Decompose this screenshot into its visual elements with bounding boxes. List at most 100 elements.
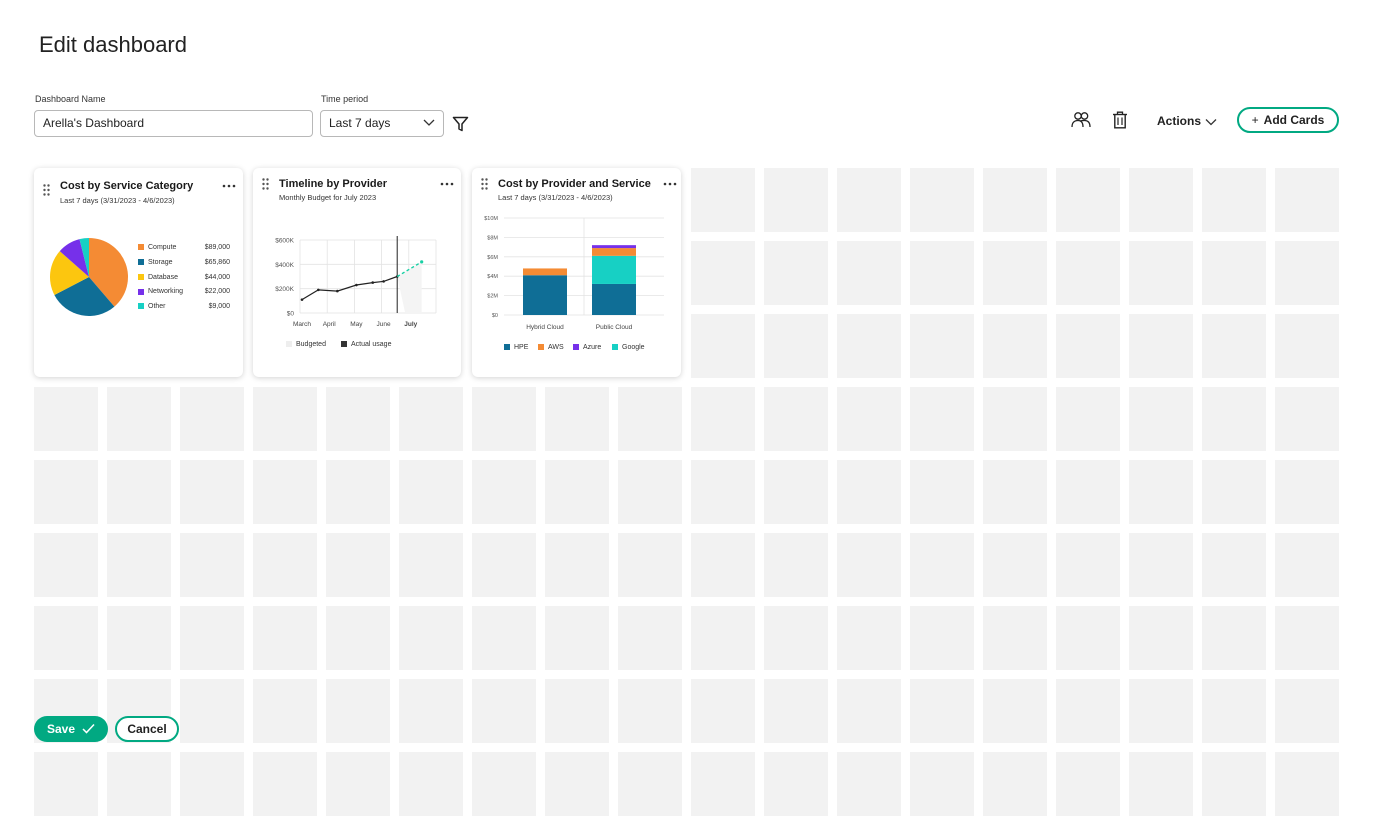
grid-placeholder-cell[interactable]	[1275, 387, 1339, 451]
grid-placeholder-cell[interactable]	[545, 387, 609, 451]
grid-placeholder-cell[interactable]	[472, 752, 536, 816]
grid-placeholder-cell[interactable]	[472, 606, 536, 670]
grid-placeholder-cell[interactable]	[910, 606, 974, 670]
grid-placeholder-cell[interactable]	[1129, 168, 1193, 232]
grid-placeholder-cell[interactable]	[618, 387, 682, 451]
grid-placeholder-cell[interactable]	[837, 168, 901, 232]
grid-placeholder-cell[interactable]	[910, 168, 974, 232]
grid-placeholder-cell[interactable]	[1056, 241, 1120, 305]
grid-placeholder-cell[interactable]	[837, 387, 901, 451]
grid-placeholder-cell[interactable]	[34, 606, 98, 670]
grid-placeholder-cell[interactable]	[545, 752, 609, 816]
grid-placeholder-cell[interactable]	[983, 241, 1047, 305]
grid-placeholder-cell[interactable]	[180, 533, 244, 597]
grid-placeholder-cell[interactable]	[545, 460, 609, 524]
grid-placeholder-cell[interactable]	[1129, 533, 1193, 597]
grid-placeholder-cell[interactable]	[1202, 460, 1266, 524]
grid-placeholder-cell[interactable]	[691, 314, 755, 378]
share-users-icon[interactable]	[1071, 111, 1091, 128]
grid-placeholder-cell[interactable]	[326, 387, 390, 451]
more-options-icon[interactable]	[222, 184, 236, 188]
grid-placeholder-cell[interactable]	[399, 752, 463, 816]
grid-placeholder-cell[interactable]	[618, 679, 682, 743]
grid-placeholder-cell[interactable]	[326, 460, 390, 524]
grid-placeholder-cell[interactable]	[253, 460, 317, 524]
grid-placeholder-cell[interactable]	[472, 460, 536, 524]
grid-placeholder-cell[interactable]	[983, 606, 1047, 670]
grid-placeholder-cell[interactable]	[399, 679, 463, 743]
grid-placeholder-cell[interactable]	[910, 752, 974, 816]
grid-placeholder-cell[interactable]	[910, 314, 974, 378]
grid-placeholder-cell[interactable]	[545, 679, 609, 743]
cancel-button[interactable]: Cancel	[115, 716, 179, 742]
grid-placeholder-cell[interactable]	[253, 387, 317, 451]
grid-placeholder-cell[interactable]	[983, 387, 1047, 451]
add-cards-button[interactable]: + Add Cards	[1237, 107, 1339, 133]
grid-placeholder-cell[interactable]	[764, 241, 828, 305]
grid-placeholder-cell[interactable]	[107, 606, 171, 670]
card-cost-by-provider-and-service[interactable]: Cost by Provider and Service Last 7 days…	[472, 168, 681, 377]
grid-placeholder-cell[interactable]	[764, 460, 828, 524]
grid-placeholder-cell[interactable]	[1202, 679, 1266, 743]
grid-placeholder-cell[interactable]	[1129, 241, 1193, 305]
grid-placeholder-cell[interactable]	[326, 606, 390, 670]
grid-placeholder-cell[interactable]	[691, 679, 755, 743]
grid-placeholder-cell[interactable]	[1275, 168, 1339, 232]
grid-placeholder-cell[interactable]	[253, 533, 317, 597]
grid-placeholder-cell[interactable]	[837, 606, 901, 670]
grid-placeholder-cell[interactable]	[1202, 387, 1266, 451]
grid-placeholder-cell[interactable]	[1056, 387, 1120, 451]
grid-placeholder-cell[interactable]	[1275, 241, 1339, 305]
grid-placeholder-cell[interactable]	[1056, 533, 1120, 597]
grid-placeholder-cell[interactable]	[1056, 460, 1120, 524]
grid-placeholder-cell[interactable]	[545, 533, 609, 597]
grid-placeholder-cell[interactable]	[1202, 533, 1266, 597]
grid-placeholder-cell[interactable]	[910, 533, 974, 597]
grid-placeholder-cell[interactable]	[1056, 606, 1120, 670]
grid-placeholder-cell[interactable]	[180, 752, 244, 816]
grid-placeholder-cell[interactable]	[253, 679, 317, 743]
grid-placeholder-cell[interactable]	[1275, 752, 1339, 816]
grid-placeholder-cell[interactable]	[399, 460, 463, 524]
grid-placeholder-cell[interactable]	[837, 752, 901, 816]
grid-placeholder-cell[interactable]	[1202, 168, 1266, 232]
grid-placeholder-cell[interactable]	[764, 752, 828, 816]
grid-placeholder-cell[interactable]	[837, 241, 901, 305]
grid-placeholder-cell[interactable]	[34, 533, 98, 597]
grid-placeholder-cell[interactable]	[837, 679, 901, 743]
grid-placeholder-cell[interactable]	[764, 679, 828, 743]
grid-placeholder-cell[interactable]	[1056, 752, 1120, 816]
grid-placeholder-cell[interactable]	[983, 314, 1047, 378]
grid-placeholder-cell[interactable]	[180, 387, 244, 451]
grid-placeholder-cell[interactable]	[691, 241, 755, 305]
grid-placeholder-cell[interactable]	[1202, 752, 1266, 816]
grid-placeholder-cell[interactable]	[399, 533, 463, 597]
grid-placeholder-cell[interactable]	[764, 387, 828, 451]
grid-placeholder-cell[interactable]	[107, 387, 171, 451]
grid-placeholder-cell[interactable]	[180, 460, 244, 524]
grid-placeholder-cell[interactable]	[399, 606, 463, 670]
grid-placeholder-cell[interactable]	[764, 533, 828, 597]
grid-placeholder-cell[interactable]	[837, 533, 901, 597]
grid-placeholder-cell[interactable]	[253, 752, 317, 816]
grid-placeholder-cell[interactable]	[983, 460, 1047, 524]
more-options-icon[interactable]	[440, 182, 454, 186]
grid-placeholder-cell[interactable]	[545, 606, 609, 670]
drag-handle-icon[interactable]	[43, 184, 50, 196]
grid-placeholder-cell[interactable]	[1056, 314, 1120, 378]
grid-placeholder-cell[interactable]	[691, 460, 755, 524]
grid-placeholder-cell[interactable]	[764, 314, 828, 378]
card-timeline-by-provider[interactable]: Timeline by Provider Monthly Budget for …	[253, 168, 461, 377]
grid-placeholder-cell[interactable]	[618, 460, 682, 524]
grid-placeholder-cell[interactable]	[1129, 606, 1193, 670]
grid-placeholder-cell[interactable]	[326, 679, 390, 743]
delete-icon[interactable]	[1112, 111, 1128, 129]
grid-placeholder-cell[interactable]	[1129, 460, 1193, 524]
grid-placeholder-cell[interactable]	[1275, 679, 1339, 743]
grid-placeholder-cell[interactable]	[107, 460, 171, 524]
drag-handle-icon[interactable]	[262, 178, 269, 190]
grid-placeholder-cell[interactable]	[1202, 606, 1266, 670]
grid-placeholder-cell[interactable]	[399, 387, 463, 451]
grid-placeholder-cell[interactable]	[837, 314, 901, 378]
grid-placeholder-cell[interactable]	[1202, 241, 1266, 305]
